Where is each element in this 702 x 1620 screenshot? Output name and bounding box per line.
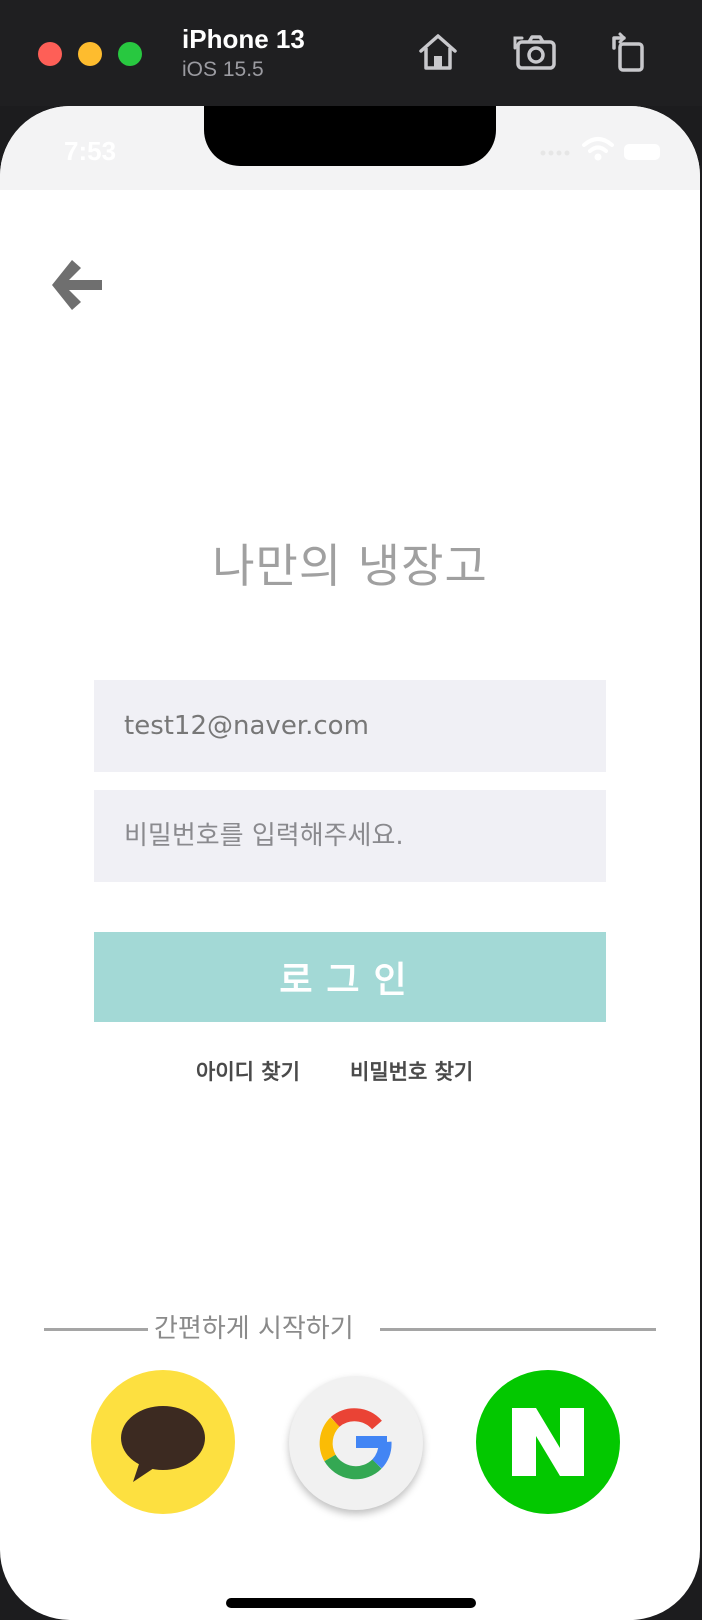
home-icon[interactable] [414,28,462,76]
cellular-signal-icon [540,150,570,156]
find-password-link[interactable]: 비밀번호 찾기 [350,1056,473,1086]
close-window-button[interactable] [38,42,62,66]
status-time: 7:53 [64,136,117,166]
back-arrow-icon[interactable] [48,256,106,314]
device-name: iPhone 13 [182,24,305,54]
minimize-window-button[interactable] [78,42,102,66]
divider-left [44,1328,148,1331]
notch [204,106,496,166]
home-indicator [226,1598,476,1608]
kakao-login-button[interactable] [91,1370,235,1514]
login-button-label: 로그인 [279,960,421,1001]
divider-right [380,1328,656,1331]
login-button[interactable]: 로그인 [94,932,606,1022]
social-login-heading: 간편하게 시작하기 [154,1314,354,1344]
app-title: 나만의 냉장고 [212,539,488,593]
screenshot-icon[interactable] [512,28,560,76]
simulator-titlebar: iPhone 13 iOS 15.5 [0,0,702,106]
kakao-talk-icon [121,1406,205,1482]
rotate-icon[interactable] [606,28,654,76]
google-icon [319,1408,392,1480]
os-version: iOS 15.5 [182,58,264,81]
email-field[interactable] [94,680,606,772]
zoom-window-button[interactable] [118,42,142,66]
battery-icon [624,144,660,160]
password-field[interactable] [94,790,606,882]
find-id-link[interactable]: 아이디 찾기 [196,1056,300,1086]
google-login-button[interactable] [289,1376,423,1510]
wifi-icon [582,137,614,161]
naver-n-icon [512,1408,584,1476]
phone-screen: 7:53 나만의 냉장고 로그인 아이디 찾기 비밀번호 찾기 간편하게 시작하… [0,106,700,1620]
naver-login-button[interactable] [476,1370,620,1514]
